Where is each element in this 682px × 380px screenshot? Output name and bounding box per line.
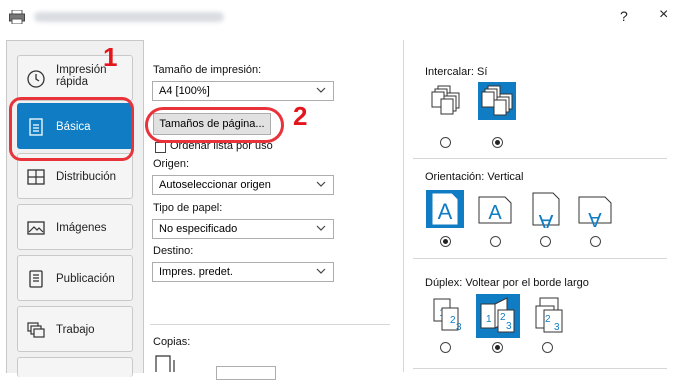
paper-type-select[interactable]: No especificado — [152, 219, 334, 239]
print-size-label: Tamaño de impresión: — [153, 64, 262, 76]
sidebar: Impresión rápida Básica Distribución Imá… — [6, 40, 144, 377]
collate-on-radio[interactable] — [492, 137, 503, 148]
duplex-long-edge-option[interactable]: 1 2 3 — [476, 294, 520, 338]
portrait-glyph: A — [438, 199, 453, 224]
chevron-down-icon — [316, 87, 326, 93]
rotated-landscape-icon: A — [578, 196, 612, 230]
rotated-landscape-glyph: A — [588, 208, 602, 228]
orientation-rotated-portrait-option[interactable]: A — [527, 190, 565, 235]
destination-label: Destino: — [153, 245, 194, 257]
duplex-long-edge-radio[interactable] — [492, 342, 503, 353]
source-label: Origen: — [153, 158, 190, 170]
orientation-value: Vertical — [487, 171, 524, 183]
portrait-icon: A — [431, 192, 459, 226]
chevron-down-icon — [316, 225, 326, 231]
clock-icon — [27, 70, 45, 88]
sidebar-item-label: Distribución — [56, 171, 117, 183]
orientation-label: Orientación: Vertical — [425, 171, 524, 183]
orientation-rotated-landscape-option[interactable]: A — [576, 190, 614, 230]
title-bar: ? × — [0, 0, 682, 36]
basic-tab-callout-ring — [9, 97, 134, 161]
svg-text:3: 3 — [456, 322, 462, 333]
landscape-glyph: A — [488, 202, 502, 224]
help-button[interactable]: ? — [620, 8, 628, 24]
svg-text:2: 2 — [545, 314, 551, 325]
collate-off-option[interactable] — [426, 82, 464, 120]
column-divider — [403, 40, 404, 372]
callout-number-1: 1 — [103, 42, 118, 72]
section-divider — [413, 258, 667, 259]
sidebar-item-images[interactable]: Imágenes — [17, 204, 133, 250]
duplex-value: Voltear por el borde largo — [465, 277, 589, 289]
paper-type-value: No especificado — [159, 223, 238, 235]
rotated-portrait-glyph: A — [538, 210, 553, 228]
copies-label: Copias: — [153, 336, 191, 348]
svg-text:3: 3 — [554, 322, 560, 333]
paper-type-label: Tipo de papel: — [153, 202, 223, 214]
uncollated-pages-icon — [431, 85, 460, 115]
print-size-select[interactable]: A4 [100%] — [152, 81, 334, 101]
print-size-value: A4 [100%] — [159, 85, 210, 97]
copies-stepper[interactable] — [216, 366, 276, 380]
orientation-landscape-radio[interactable] — [490, 236, 501, 247]
duplex-short-edge-radio[interactable] — [542, 342, 553, 353]
source-value: Autoseleccionar origen — [159, 179, 271, 191]
svg-text:3: 3 — [506, 321, 512, 332]
sidebar-item-label: Trabajo — [56, 324, 95, 336]
sidebar-item-job[interactable]: Trabajo — [17, 306, 133, 352]
sort-by-use-checkbox[interactable] — [155, 142, 166, 153]
destination-select[interactable]: Impres. predet. — [152, 262, 334, 282]
sidebar-item-label: Imágenes — [56, 222, 107, 234]
rotated-portrait-icon: A — [532, 192, 560, 235]
flip-long-edge-icon: 1 2 3 — [480, 297, 515, 333]
orientation-portrait-radio[interactable] — [440, 236, 451, 247]
landscape-icon: A — [478, 196, 512, 224]
collated-pages-icon — [481, 85, 513, 116]
collate-on-option[interactable] — [478, 82, 516, 120]
image-icon — [27, 221, 45, 235]
destination-value: Impres. predet. — [159, 266, 233, 278]
sidebar-item-more[interactable] — [17, 357, 133, 377]
source-select[interactable]: Autoseleccionar origen — [152, 175, 334, 195]
single-sided-icon: 1 2 3 — [433, 298, 462, 333]
section-divider — [413, 158, 667, 159]
printer-icon — [9, 10, 25, 24]
collate-label: Intercalar: Sí — [425, 66, 488, 78]
section-divider — [413, 368, 667, 369]
duplex-short-edge-option[interactable]: 2 3 — [528, 294, 570, 336]
collate-off-radio[interactable] — [440, 137, 451, 148]
copies-pages-icon — [155, 355, 175, 372]
svg-text:1: 1 — [486, 314, 492, 325]
layout-icon — [27, 169, 45, 185]
publication-icon — [29, 270, 43, 288]
orientation-portrait-option[interactable]: A — [426, 190, 464, 228]
close-button[interactable]: × — [659, 6, 668, 24]
orientation-rotated-portrait-radio[interactable] — [540, 236, 551, 247]
sidebar-item-label: Publicación — [56, 273, 115, 285]
duplex-label: Dúplex: Voltear por el borde largo — [425, 277, 589, 289]
duplex-off-option[interactable]: 1 2 3 — [426, 294, 468, 336]
collate-value: Sí — [476, 66, 488, 78]
job-icon — [27, 322, 45, 338]
duplex-off-radio[interactable] — [440, 342, 451, 353]
chevron-down-icon — [316, 181, 326, 187]
sidebar-item-publishing[interactable]: Publicación — [17, 255, 133, 301]
chevron-down-icon — [316, 268, 326, 274]
orientation-rotated-landscape-radio[interactable] — [590, 236, 601, 247]
orientation-landscape-option[interactable]: A — [476, 190, 514, 228]
window-title-blurred — [34, 12, 224, 22]
flip-short-edge-icon: 2 3 — [535, 297, 563, 333]
copies-divider — [150, 324, 390, 325]
page-sizes-callout-ring — [145, 107, 284, 143]
basic-panel: Tamaño de impresión: A4 [100%] Tamaños d… — [142, 40, 682, 380]
callout-number-2: 2 — [293, 101, 308, 131]
